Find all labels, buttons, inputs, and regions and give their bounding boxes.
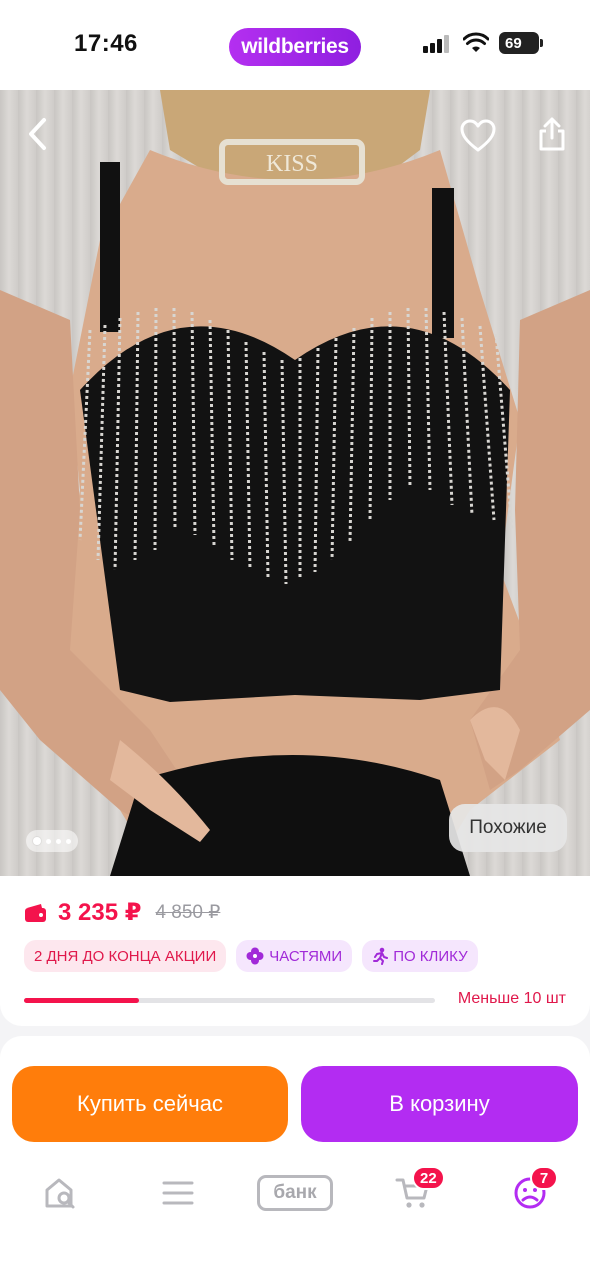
running-icon <box>373 947 389 965</box>
slide-dot <box>66 838 71 844</box>
one-click-badge[interactable]: ПО КЛИКУ <box>362 940 478 972</box>
battery-indicator: 69 <box>499 32 543 54</box>
heart-icon <box>460 119 496 152</box>
cart-count-badge: 22 <box>412 1166 445 1190</box>
old-price: 4 850 ₽ <box>155 902 221 923</box>
product-image: KISS <box>0 90 590 876</box>
current-price: 3 235 ₽ <box>58 899 142 926</box>
wallet-icon <box>25 903 46 922</box>
necklace-text: KISS <box>266 151 318 177</box>
installments-label: ЧАСТЯМИ <box>269 947 343 965</box>
status-time: 17:46 <box>74 30 138 57</box>
bottom-tab-bar: банк 22 7 <box>0 1156 590 1280</box>
similar-button[interactable]: Похожие <box>449 804 567 852</box>
installments-badge[interactable]: ЧАСТЯМИ <box>236 940 353 972</box>
stock-bar <box>24 998 435 1003</box>
price-row: 3 235 ₽ 4 850 ₽ <box>24 898 220 927</box>
tab-home[interactable] <box>38 1170 82 1216</box>
back-button[interactable] <box>18 114 58 154</box>
slide-dot <box>56 838 61 844</box>
slide-indicator <box>26 830 78 852</box>
action-bar: Купить сейчас В корзину <box>0 1060 590 1156</box>
share-button[interactable] <box>530 112 574 156</box>
profile-count-badge: 7 <box>530 1166 558 1190</box>
favorite-button[interactable] <box>456 114 500 158</box>
brand-logo: wildberries <box>229 28 361 66</box>
price-card: 3 235 ₽ 4 850 ₽ 2 ДНЯ ДО КОНЦА АКЦИИ ЧАС… <box>0 876 590 1026</box>
tab-bank[interactable]: банк <box>256 1170 334 1216</box>
stock-bar-fill <box>24 998 140 1003</box>
one-click-label: ПО КЛИКУ <box>393 947 468 965</box>
buy-now-button[interactable]: Купить сейчас <box>12 1066 288 1142</box>
share-icon <box>539 117 565 151</box>
add-to-cart-button[interactable]: В корзину <box>301 1066 578 1142</box>
clover-icon <box>246 947 264 965</box>
stock-label: Меньше 10 шт <box>457 990 566 1007</box>
wifi-icon <box>463 32 489 52</box>
promo-badges: 2 ДНЯ ДО КОНЦА АКЦИИ ЧАСТЯМИ ПО КЛИКУ <box>24 940 478 972</box>
slide-dot <box>33 837 41 845</box>
menu-icon <box>162 1181 194 1205</box>
sale-countdown-badge[interactable]: 2 ДНЯ ДО КОНЦА АКЦИИ <box>24 940 227 972</box>
signal-icon <box>423 35 449 53</box>
tab-catalog[interactable] <box>156 1170 200 1216</box>
back-icon <box>29 118 46 150</box>
bank-label: банк <box>257 1175 333 1211</box>
home-search-icon <box>45 1178 75 1209</box>
status-bar: 17:46 wildberries 69 <box>0 0 590 90</box>
slide-dot <box>46 838 51 844</box>
product-photo[interactable]: KISS Похожие <box>0 90 590 876</box>
